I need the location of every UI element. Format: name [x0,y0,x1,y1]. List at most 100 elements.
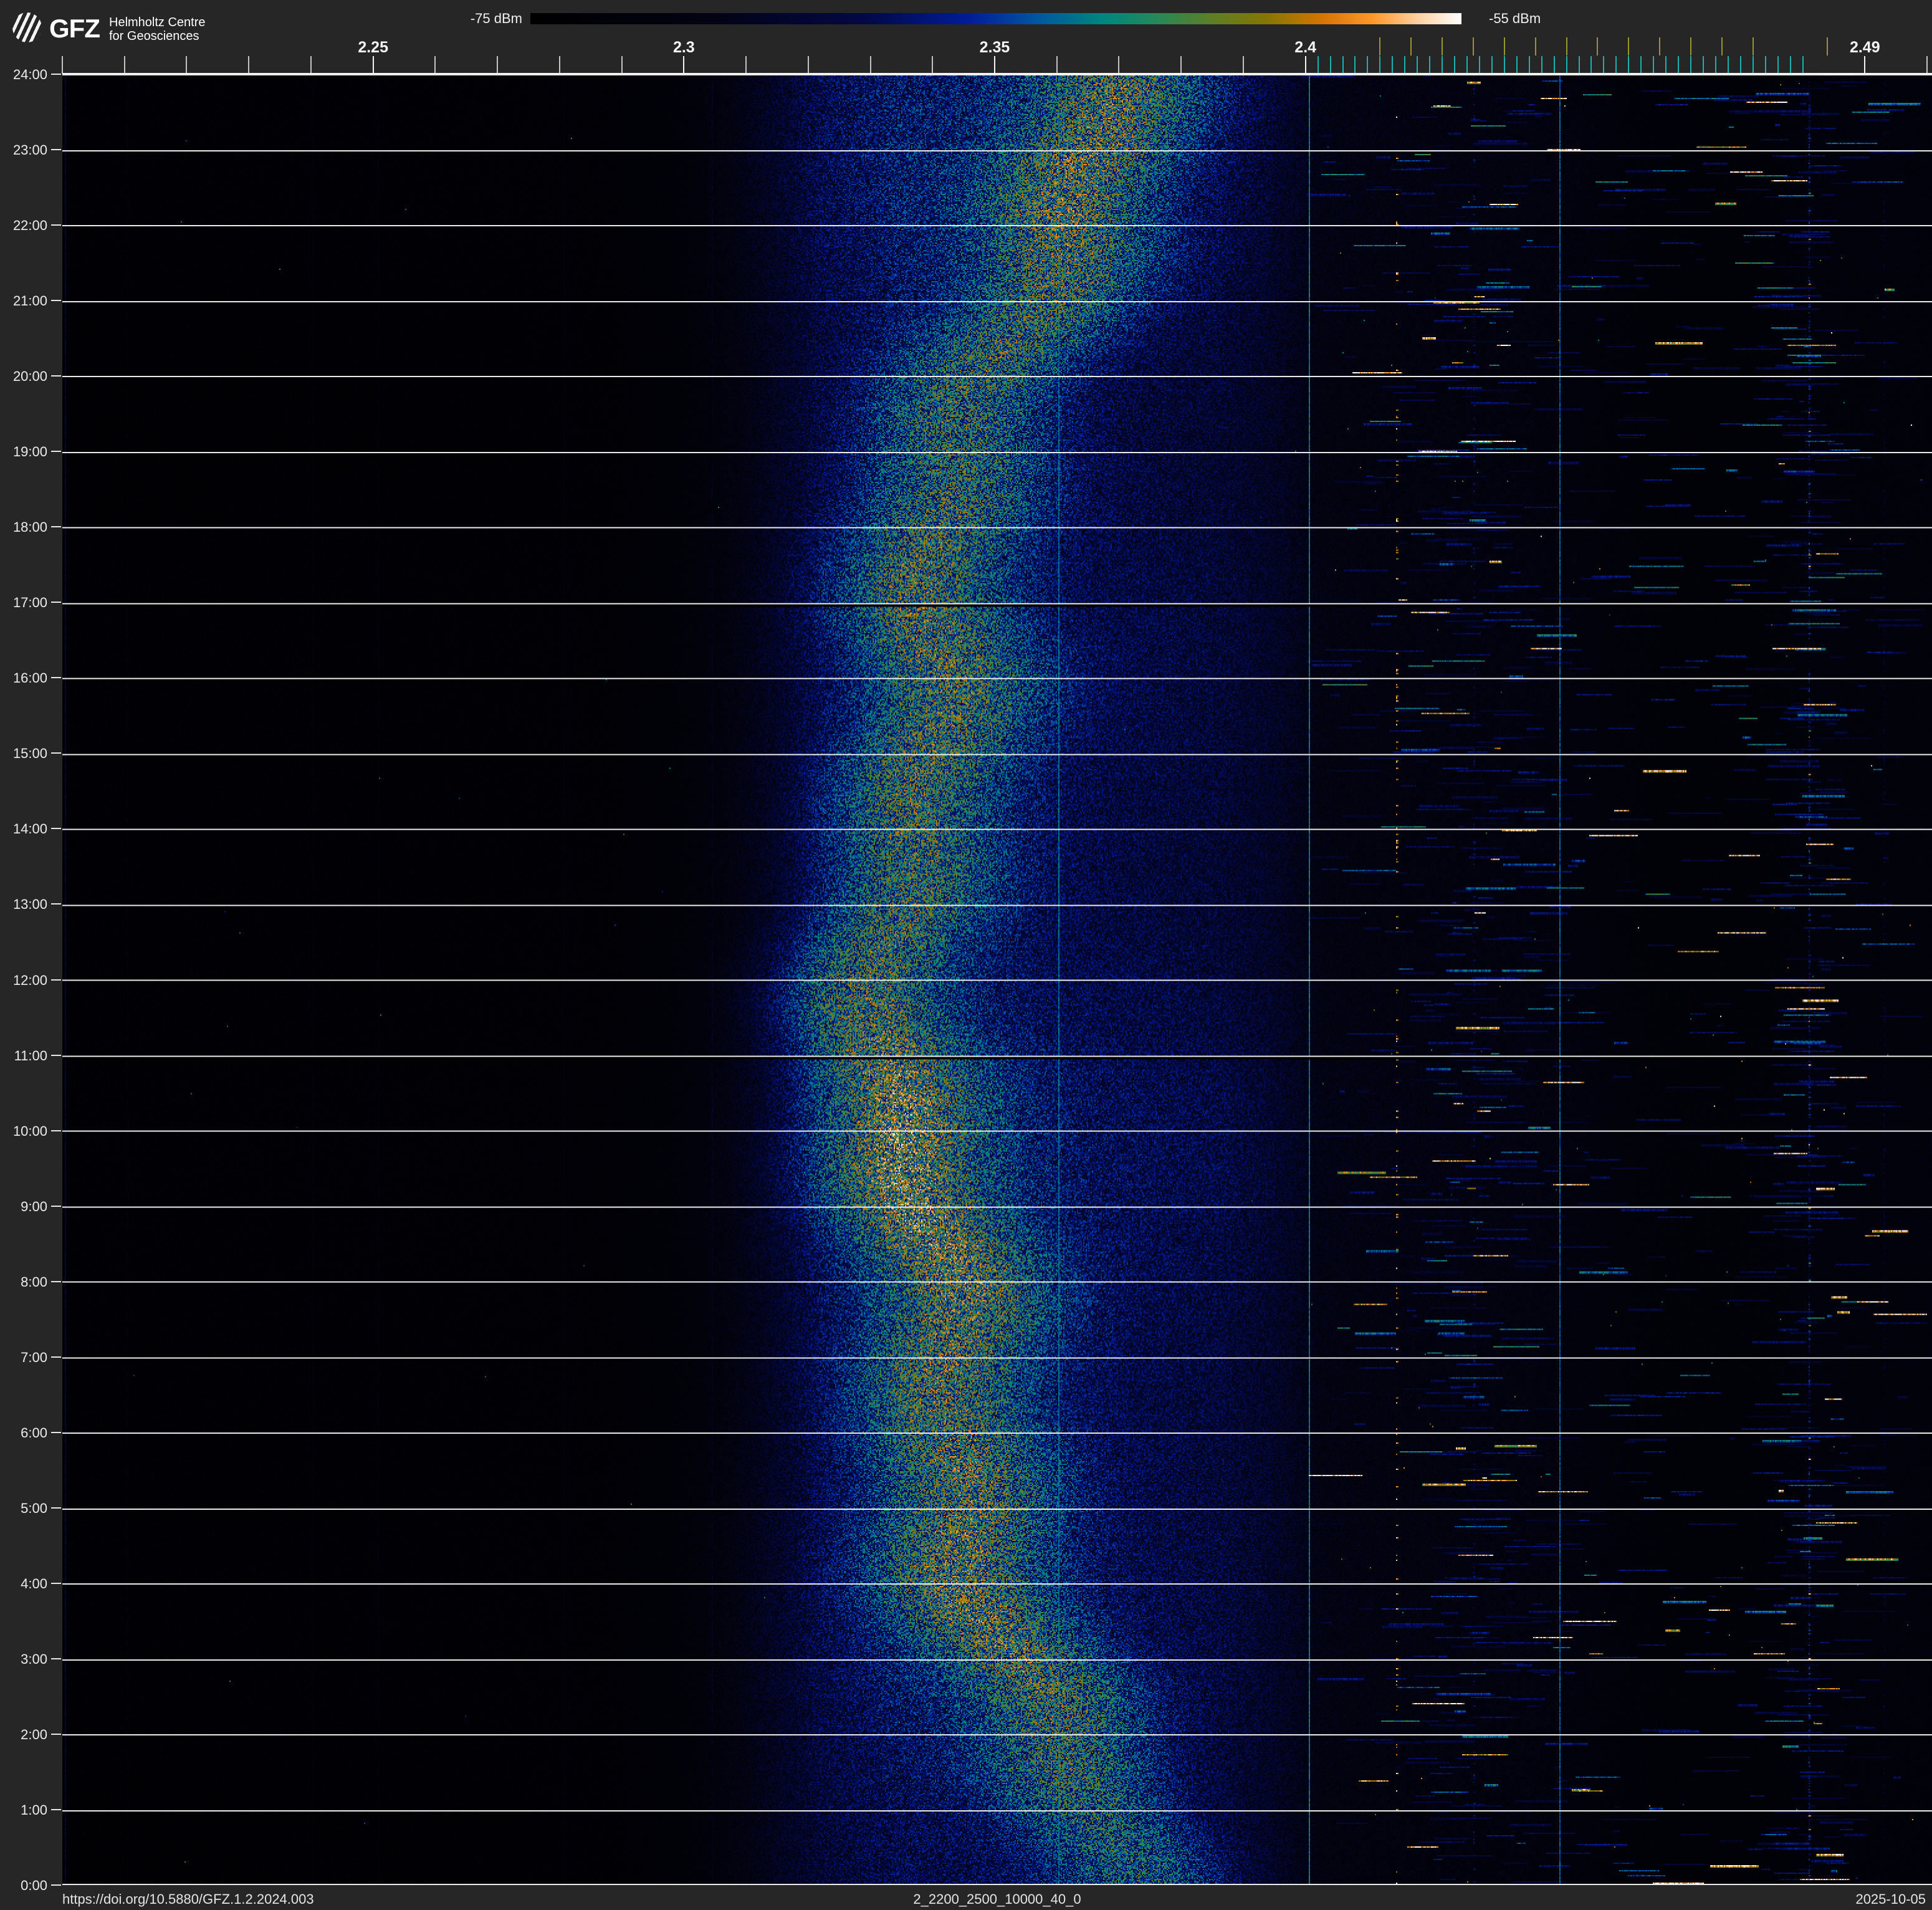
freq-major-tick [1304,56,1306,74]
ble-channel-tick [1739,56,1741,74]
spectrogram [62,74,1932,1885]
time-label: 8:00 [21,1274,47,1290]
time-label: 15:00 [12,746,47,762]
ble-channel-tick [1690,56,1692,74]
wifi-channel-tick [1628,37,1630,55]
ble-channel-tick [1466,56,1468,74]
ble-channel-tick [1653,56,1655,74]
wifi-channel-tick [1721,37,1723,55]
ble-channel-tick [1379,56,1381,74]
time-label: 2:00 [21,1726,47,1742]
time-label: 17:00 [12,595,47,611]
time-tick [51,1808,61,1810]
time-tick [51,1431,61,1433]
freq-minor-tick [558,56,560,74]
ble-channel-tick [1789,56,1791,74]
freq-minor-tick [248,56,250,74]
doi-text: https://doi.org/10.5880/GFZ.1.2.2024.003 [62,1891,314,1907]
freq-major-tick [1864,56,1866,74]
freq-major-label: 2.4 [1294,39,1317,56]
ble-channel-tick [1714,56,1716,74]
wifi-channel-tick [1410,37,1412,55]
ble-channel-tick [1429,56,1431,74]
freq-minor-tick [497,56,499,74]
time-tick [51,375,61,377]
ble-channel-tick [1764,56,1766,74]
time-tick [51,1582,61,1584]
freq-major-tick [372,56,374,74]
ble-channel-tick [1578,56,1580,74]
ble-channel-tick [1417,56,1418,74]
ble-channel-tick [1727,56,1729,74]
ble-channel-tick [1752,56,1754,74]
time-tick [51,300,61,302]
freq-minor-tick [186,56,188,74]
time-label: 7:00 [21,1349,47,1365]
time-tick [51,1130,61,1131]
ble-channel-tick [1503,56,1505,74]
date-label: 2025-10-05 [1855,1891,1926,1907]
time-label: 10:00 [12,1123,47,1139]
freq-minor-tick [123,56,125,74]
time-label: 23:00 [12,142,47,158]
ble-channel-tick [1354,56,1356,74]
ble-channel-tick [1478,56,1480,74]
freq-major-label: 2.25 [358,39,388,56]
ble-channel-tick [1802,56,1804,74]
time-label: 12:00 [12,972,47,988]
time-tick [51,1884,61,1886]
ble-channel-tick [1640,56,1642,74]
time-label: 4:00 [21,1575,47,1591]
time-label: 11:00 [14,1047,47,1063]
time-tick [51,451,61,453]
ble-channel-tick [1678,56,1680,74]
freq-major-label: 2.3 [672,39,695,56]
ble-channel-tick [1317,56,1319,74]
wifi-channel-tick [1597,37,1599,55]
time-label: 18:00 [12,519,47,535]
wifi-channel-tick [1472,37,1474,55]
time-label: 3:00 [21,1651,47,1667]
time-tick [51,752,61,754]
time-tick [51,1054,61,1056]
time-tick [51,1733,61,1735]
freq-minor-tick [310,56,312,74]
wifi-channel-tick [1534,37,1536,55]
ble-channel-tick [1392,56,1394,74]
ble-channel-tick [1404,56,1406,74]
ble-channel-tick [1367,56,1369,74]
freq-major-label: 2.49 [1849,39,1880,56]
ble-channel-tick [1516,56,1518,74]
time-tick [51,903,61,905]
ble-channel-tick [1566,56,1567,74]
ble-channel-tick [1777,56,1779,74]
ble-channel-tick [1702,56,1704,74]
time-tick [51,828,61,830]
freq-major-tick [994,56,995,74]
time-tick [51,1658,61,1659]
time-tick [51,1205,61,1207]
wifi-channel-tick [1827,37,1829,55]
freq-minor-tick [1926,56,1928,74]
wifi-channel-tick [1503,37,1505,55]
wifi-channel-tick [1690,37,1692,55]
time-axis: 24:00 23:00 22:00 21:00 20:00 19:00 18:00 17:00… [0,0,62,1910]
freq-minor-tick [621,56,623,74]
time-label: 21:00 [12,293,47,309]
page: { "header": { "logo": { "acronym": "GFZ"… [0,0,1932,1910]
frequency-axis: 2.25 2.3 2.35 2.4 2.49 [0,0,1932,74]
time-label: 0:00 [21,1878,47,1893]
dataset-id: 2_2200_2500_10000_40_0 [913,1891,1081,1907]
time-label: 13:00 [12,896,47,913]
wifi-channel-tick [1752,37,1754,55]
time-label: 16:00 [12,670,47,686]
ble-channel-tick [1665,56,1667,74]
wifi-channel-tick [1379,37,1381,55]
freq-minor-tick [1056,56,1058,74]
ble-channel-tick [1603,56,1605,74]
ble-channel-tick [1329,56,1331,74]
wifi-channel-tick [1442,37,1443,55]
freq-minor-tick [932,56,934,74]
time-tick [51,74,61,75]
time-tick [51,1507,61,1509]
